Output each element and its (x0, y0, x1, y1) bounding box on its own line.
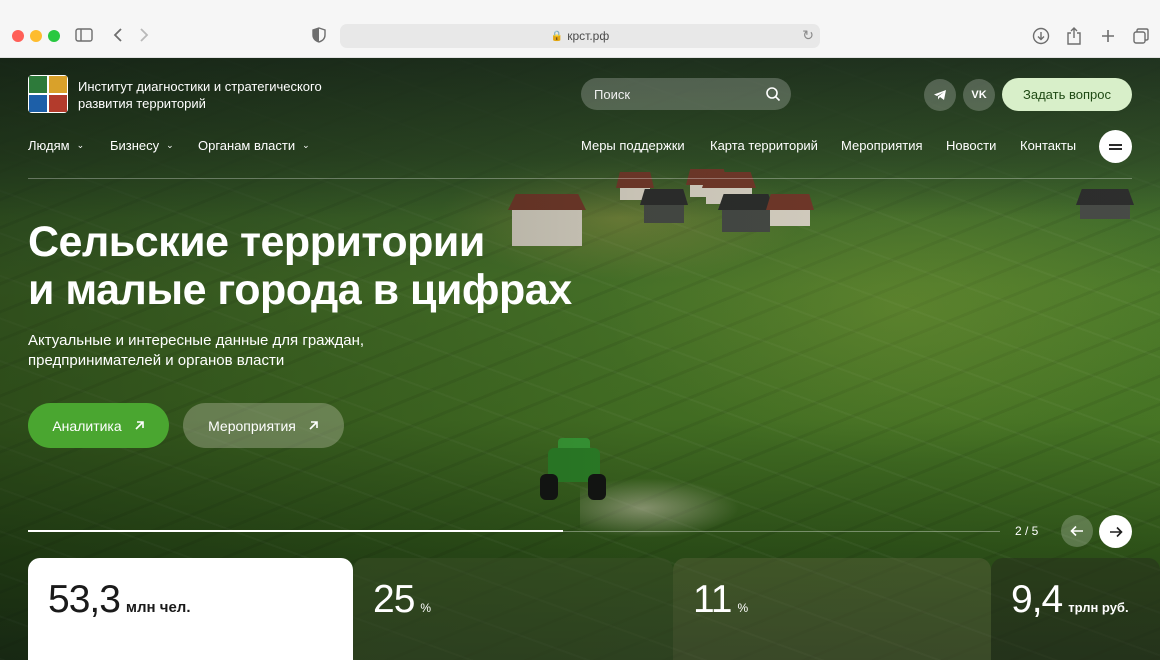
search-icon[interactable] (765, 86, 781, 102)
menu-button[interactable] (1099, 130, 1132, 163)
stat-unit: трлн руб. (1068, 600, 1129, 615)
tab-overview-icon[interactable] (1130, 24, 1152, 48)
stat-value: 11 (693, 578, 732, 621)
chevron-down-icon: ⌄ (302, 140, 310, 150)
telegram-button[interactable] (924, 79, 956, 111)
hero-section: Институт диагностики и стратегического р… (0, 58, 1160, 660)
stat-card[interactable]: 11 % (673, 558, 991, 660)
maximize-window-button[interactable] (48, 30, 60, 42)
nav-contacts[interactable]: Контакты (1020, 138, 1076, 153)
stat-value: 25 (373, 578, 415, 621)
nav-support-measures[interactable]: Меры поддержки (581, 138, 685, 153)
stat-value: 53,3 (48, 578, 121, 621)
nav-people[interactable]: Людям ⌄ (28, 138, 84, 153)
analytics-button[interactable]: Аналитика (28, 403, 169, 448)
lock-icon: 🔒 (550, 30, 564, 42)
nav-divider (28, 178, 1132, 179)
hero-subtitle-line: Актуальные и интересные данные для гражд… (28, 332, 365, 349)
arrow-right-icon (1109, 526, 1123, 537)
telegram-icon (934, 90, 946, 100)
organization-name[interactable]: Институт диагностики и стратегического р… (78, 78, 338, 112)
forward-arrow-icon[interactable] (136, 24, 152, 46)
search-input[interactable] (594, 86, 754, 102)
hero-title: Сельские территории и малые города в циф… (28, 218, 648, 314)
download-icon[interactable] (1030, 24, 1052, 48)
reload-icon[interactable]: ↻ (802, 27, 814, 44)
arrow-left-icon (1070, 525, 1083, 537)
slide-progress-fill (28, 530, 563, 532)
nav-business-label: Бизнесу (110, 138, 160, 153)
hero-title-line: и малые города в цифрах (28, 266, 572, 314)
share-icon[interactable] (1063, 24, 1085, 48)
address-bar[interactable]: 🔒 крст.рф ↻ (340, 24, 820, 48)
stat-unit: % (737, 601, 749, 615)
events-button-label: Мероприятия (208, 417, 296, 434)
hero-title-line: Сельские территории (28, 218, 485, 266)
stat-unit: млн чел. (125, 599, 191, 616)
arrow-up-right-icon (135, 421, 144, 430)
hero-subtitle-line: предпринимателей и органов власти (28, 352, 285, 369)
hamburger-icon (1109, 143, 1122, 146)
slide-prev-button[interactable] (1061, 515, 1093, 547)
nav-business[interactable]: Бизнесу ⌄ (110, 138, 174, 153)
site-logo[interactable] (28, 75, 68, 113)
privacy-shield-icon[interactable] (310, 24, 328, 46)
nav-people-label: Людям (28, 138, 70, 153)
stat-card[interactable]: 25 % (353, 558, 673, 660)
stat-unit: % (420, 601, 432, 615)
nav-government-label: Органам власти (198, 138, 296, 153)
analytics-button-label: Аналитика (52, 417, 122, 434)
search-box[interactable] (581, 78, 791, 110)
nav-territory-map[interactable]: Карта территорий (710, 138, 818, 153)
nav-events[interactable]: Мероприятия (841, 138, 923, 153)
ask-question-button[interactable]: Задать вопрос (1002, 78, 1132, 111)
vk-icon: VK (971, 89, 987, 101)
events-button[interactable]: Мероприятия (183, 403, 344, 448)
stat-card[interactable]: 53,3 млн чел. (28, 558, 353, 660)
stat-value: 9,4 (1011, 578, 1063, 621)
back-arrow-icon[interactable] (110, 24, 126, 46)
minimize-window-button[interactable] (30, 30, 42, 42)
close-window-button[interactable] (12, 30, 24, 42)
slide-counter: 2 / 5 (1015, 524, 1039, 538)
chevron-down-icon: ⌄ (166, 140, 174, 150)
nav-news[interactable]: Новости (946, 138, 996, 153)
address-url: крст.рф (567, 29, 610, 43)
chevron-down-icon: ⌄ (76, 140, 85, 150)
vk-button[interactable]: VK (963, 79, 995, 111)
sidebar-toggle-icon[interactable] (74, 24, 94, 46)
hero-subtitle: Актуальные и интересные данные для гражд… (28, 331, 408, 371)
browser-toolbar: 🔒 крст.рф ↻ (0, 0, 1160, 58)
slide-next-button[interactable] (1099, 515, 1132, 548)
nav-government[interactable]: Органам власти ⌄ (198, 138, 310, 153)
arrow-up-right-icon (309, 421, 318, 430)
new-tab-icon[interactable] (1097, 24, 1119, 48)
stat-card[interactable]: 9,4 трлн руб. (991, 558, 1160, 660)
